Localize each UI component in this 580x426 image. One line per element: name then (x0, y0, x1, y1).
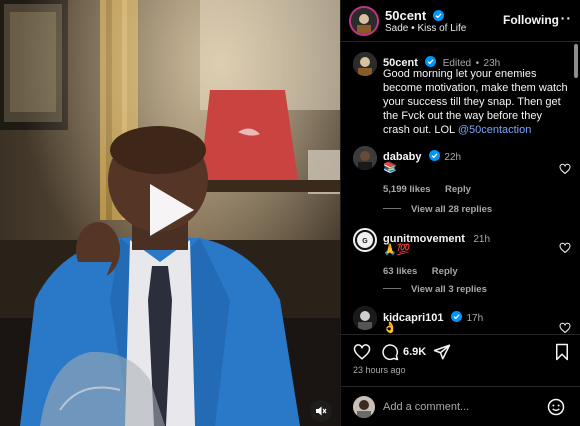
play-button[interactable] (140, 182, 196, 238)
comment-header: kidcapri101 17h (383, 308, 483, 326)
music-separator: • (411, 23, 415, 34)
comment-timestamp[interactable]: 22h (444, 152, 461, 163)
comment-count[interactable]: 6.9K (403, 346, 426, 358)
post-header: 50cent Sade • Kiss of Life Following ··· (341, 0, 580, 42)
comment-avatar[interactable] (353, 306, 377, 330)
comment-like-heart-icon[interactable] (559, 322, 571, 334)
replies-divider-line (383, 288, 401, 289)
view-replies-button[interactable]: View all 3 replies (383, 284, 487, 295)
author-username-text[interactable]: 50cent (385, 8, 426, 23)
video-player[interactable] (0, 0, 340, 426)
reply-button[interactable]: Reply (432, 266, 458, 277)
view-replies-label[interactable]: View all 28 replies (411, 204, 492, 215)
comment-text: 👌 (383, 322, 397, 334)
comment-timestamp[interactable]: 21h (473, 234, 490, 245)
following-button[interactable]: Following (503, 13, 559, 27)
audio-attribution[interactable]: Sade • Kiss of Life (385, 23, 466, 34)
comments-scrollbar[interactable] (574, 44, 578, 78)
post-side-panel: 50cent Sade • Kiss of Life Following ···… (340, 0, 580, 426)
comment-like-heart-icon[interactable] (559, 242, 571, 254)
caption-mention-link[interactable]: @50centaction (458, 124, 532, 136)
mute-button[interactable] (310, 400, 332, 422)
comment-like-count[interactable]: 63 likes (383, 266, 417, 277)
post-time-ago[interactable]: 23 hours ago (353, 365, 406, 375)
comment-text: 📚 (383, 162, 397, 174)
caption-body: Good morning let your enemies become mot… (383, 67, 571, 137)
svg-text:G: G (362, 238, 368, 245)
view-replies-button[interactable]: View all 28 replies (383, 204, 492, 215)
add-comment-bar (341, 386, 580, 426)
verified-badge-icon (451, 311, 462, 322)
author-avatar[interactable] (349, 6, 379, 36)
comment-footer: 5,199 likes Reply (383, 179, 471, 197)
bookmark-icon[interactable] (553, 343, 571, 361)
more-options-button[interactable]: ··· (555, 10, 572, 26)
post-actions-bar: 6.9K 23 hours ago (341, 334, 580, 382)
verified-badge-icon (432, 10, 444, 21)
comment-footer: 63 likes Reply (383, 261, 458, 279)
comment-bubble-icon[interactable] (381, 343, 399, 361)
comment-text: 🙏💯 (383, 244, 411, 256)
heart-icon[interactable] (353, 343, 371, 361)
comment-like-heart-icon[interactable] (559, 163, 571, 175)
play-icon (150, 184, 194, 236)
comment-avatar[interactable]: G (353, 228, 377, 252)
replies-divider-line (383, 208, 401, 209)
caption-avatar[interactable] (353, 52, 377, 76)
comment-avatar[interactable] (353, 146, 377, 170)
view-replies-label[interactable]: View all 3 replies (411, 284, 487, 295)
music-track[interactable]: Kiss of Life (417, 23, 466, 34)
comments-section[interactable]: 50cent Edited • 23h Good morning let you… (341, 42, 580, 334)
paper-plane-icon[interactable] (433, 343, 451, 361)
current-user-avatar[interactable] (353, 396, 375, 418)
reply-button[interactable]: Reply (445, 184, 471, 195)
add-comment-input[interactable] (383, 399, 543, 415)
verified-badge-icon (425, 56, 437, 67)
smiley-icon[interactable] (547, 398, 565, 416)
comment-like-count[interactable]: 5,199 likes (383, 184, 431, 195)
comment-timestamp[interactable]: 17h (466, 313, 483, 324)
music-artist[interactable]: Sade (385, 23, 408, 34)
muted-speaker-icon (316, 406, 327, 416)
author-username[interactable]: 50cent (385, 8, 444, 23)
verified-badge-icon (428, 150, 440, 161)
